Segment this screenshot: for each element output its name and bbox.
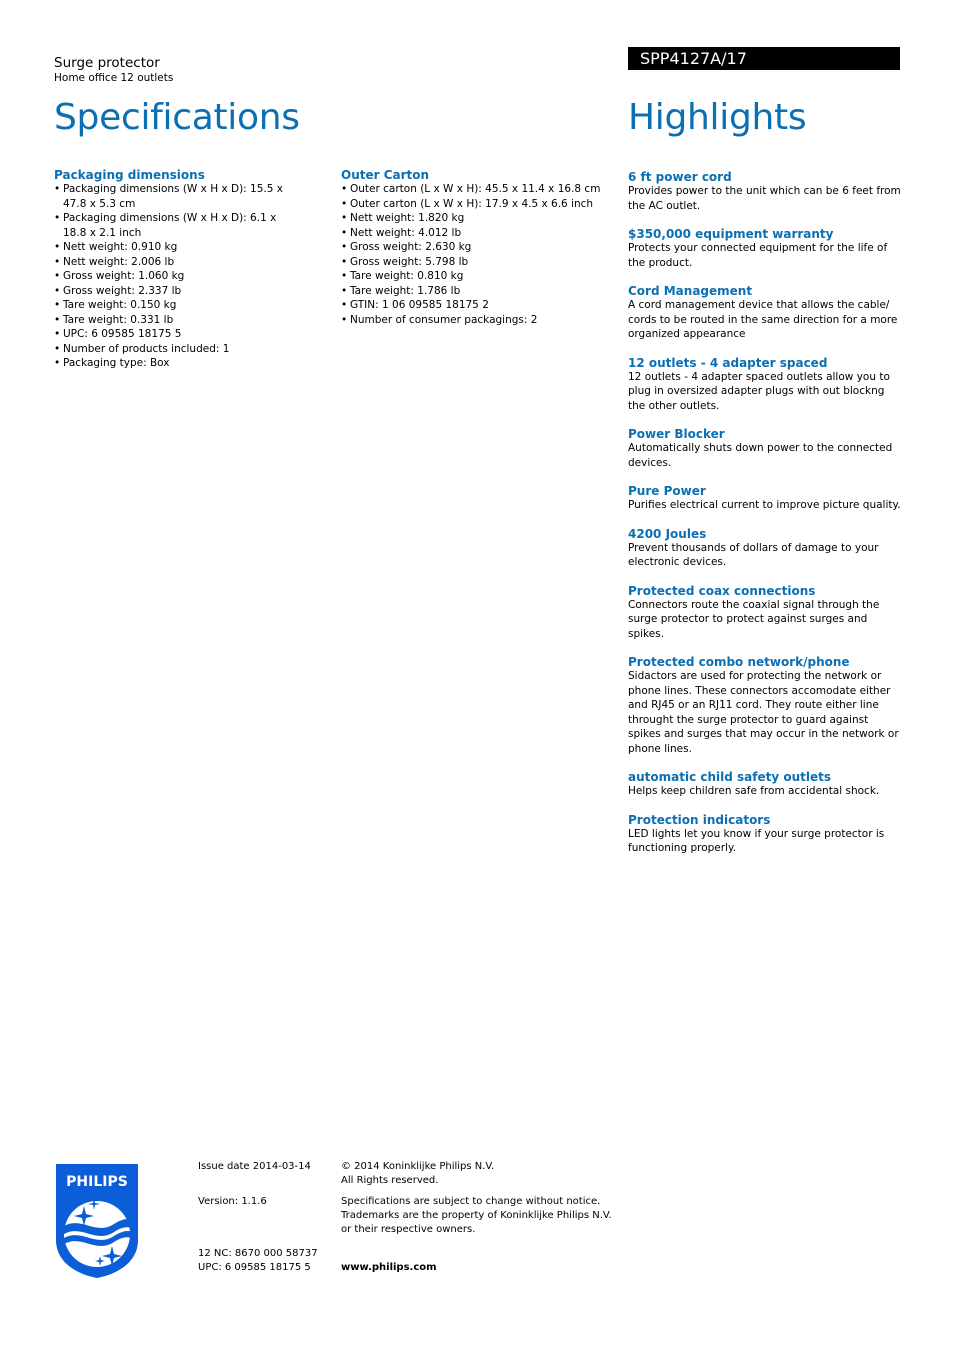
section-heading: Packaging dimensions (54, 168, 205, 182)
spec-item: Nett weight: 1.820 kg (341, 211, 616, 226)
outer-carton-section: Outer Carton Outer carton (L x W x H): 4… (341, 168, 616, 327)
highlight-description: 12 outlets - 4 adapter spaced outlets al… (628, 370, 890, 412)
spec-item: Gross weight: 1.060 kg (54, 269, 284, 284)
highlight-description: Purifies electrical current to improve p… (628, 499, 901, 511)
spec-item: Tare weight: 1.786 lb (341, 284, 616, 299)
highlight-item: Power Blocker Automatically shuts down po… (628, 427, 904, 470)
philips-logo: PHILIPS (54, 1162, 140, 1279)
model-number: SPP4127A/17 (640, 49, 747, 68)
highlight-description: Protects your connected equipment for th… (628, 242, 888, 269)
version: Version: 1.1.6 (198, 1196, 267, 1207)
spec-item: Number of consumer packagings: 2 (341, 313, 616, 328)
highlight-item: $350,000 equipment warranty Protects your… (628, 227, 904, 270)
highlight-description: Connectors route the coaxial signal thro… (628, 598, 880, 640)
highlight-title: Protection indicators (628, 812, 771, 827)
highlight-title: 4200 Joules (628, 526, 707, 541)
highlight-description: A cord management device that allows the… (628, 299, 898, 340)
highlight-title: Protected coax connections (628, 583, 816, 598)
disclaimer-line-2: Trademarks are the property of Koninklij… (341, 1210, 612, 1221)
highlight-title: 12 outlets - 4 adapter spaced (628, 355, 828, 370)
model-number-bar: SPP4127A/17 (628, 47, 900, 70)
highlight-item: 12 outlets - 4 adapter spaced 12 outlets … (628, 356, 904, 414)
spec-item: Outer carton (L x W x H): 17.9 x 4.5 x 6… (341, 197, 616, 212)
spec-item: UPC: 6 09585 18175 5 (54, 327, 284, 342)
spec-item: Tare weight: 0.331 lb (54, 313, 284, 328)
spec-item: Nett weight: 4.012 lb (341, 226, 616, 241)
highlight-description: Automatically shuts down power to the co… (628, 442, 893, 469)
spec-item: Packaging type: Box (54, 356, 284, 371)
disclaimer-line-1: Specifications are subject to change wit… (341, 1196, 601, 1207)
spec-item: Gross weight: 2.630 kg (341, 240, 616, 255)
spec-item: Packaging dimensions (W x H x D): 6.1 x … (54, 211, 284, 240)
spec-item: Tare weight: 0.810 kg (341, 269, 616, 284)
spec-item: Tare weight: 0.150 kg (54, 298, 284, 313)
specifications-title: Specifications (54, 97, 300, 138)
highlight-title: Pure Power (628, 484, 706, 498)
website-link[interactable]: www.philips.com (341, 1261, 621, 1275)
highlight-description: Prevent thousands of dollars of damage t… (628, 541, 879, 569)
highlight-item: Protected combo network/phone Sidactors a… (628, 655, 904, 756)
copyright-line-2: All Rights reserved. (341, 1175, 439, 1186)
packaging-dimensions-section: Packaging dimensions Packaging dimension… (54, 168, 284, 371)
highlights-title: Highlights (628, 97, 807, 138)
highlight-item: Protected coax connections Connectors rou… (628, 584, 904, 642)
spec-item: Packaging dimensions (W x H x D): 15.5 x… (54, 182, 284, 211)
highlight-description: Sidactors are used for protecting the ne… (628, 670, 899, 755)
packaging-list: Packaging dimensions (W x H x D): 15.5 x… (54, 182, 284, 371)
highlight-item: 6 ft power cord Provides power to the uni… (628, 170, 904, 213)
nc-number: 12 NC: 8670 000 58737 (198, 1248, 318, 1259)
highlight-item: 4200 Joules Prevent thousands of dollars … (628, 527, 904, 570)
section-heading: Outer Carton (341, 168, 430, 182)
spec-item: Gross weight: 2.337 lb (54, 284, 284, 299)
highlight-title: $350,000 equipment warranty (628, 227, 834, 241)
spec-item: GTIN: 1 06 09585 18175 2 (341, 298, 616, 313)
upc-number: UPC: 6 09585 18175 5 (198, 1262, 311, 1273)
highlight-title: Protected combo network/phone (628, 655, 850, 669)
highlight-title: 6 ft power cord (628, 170, 732, 184)
highlight-item: Pure Power Purifies electrical current to… (628, 484, 904, 513)
logo-text: PHILIPS (66, 1174, 128, 1190)
product-subtitle: Home office 12 outlets (54, 72, 174, 84)
highlight-title: automatic child safety outlets (628, 770, 832, 784)
highlights-list: 6 ft power cord Provides power to the uni… (628, 170, 904, 870)
outer-carton-list: Outer carton (L x W x H): 45.5 x 11.4 x … (341, 182, 616, 327)
issue-date: Issue date 2014-03-14 (198, 1161, 311, 1172)
spec-item: Nett weight: 0.910 kg (54, 240, 284, 255)
spec-item: Number of products included: 1 (54, 342, 284, 357)
highlight-item: automatic child safety outlets Helps keep… (628, 770, 904, 799)
spec-item: Nett weight: 2.006 lb (54, 255, 284, 270)
philips-shield-icon: PHILIPS (56, 1164, 138, 1278)
highlight-description: LED lights let you know if your surge pr… (628, 827, 885, 855)
product-name: Surge protector (54, 55, 160, 71)
spec-item: Gross weight: 5.798 lb (341, 255, 616, 270)
highlight-title: Power Blocker (628, 427, 725, 441)
highlight-description: Helps keep children safe from accidental… (628, 785, 880, 797)
disclaimer-line-3: or their respective owners. (341, 1224, 476, 1235)
spec-item: Outer carton (L x W x H): 45.5 x 11.4 x … (341, 182, 616, 197)
highlight-item: Protection indicators LED lights let you … (628, 813, 904, 856)
highlight-item: Cord Management A cord management device … (628, 284, 904, 342)
highlight-title: Cord Management (628, 284, 753, 298)
copyright-line-1: © 2014 Koninklijke Philips N.V. (341, 1161, 495, 1172)
highlight-description: Provides power to the unit which can be … (628, 185, 901, 212)
